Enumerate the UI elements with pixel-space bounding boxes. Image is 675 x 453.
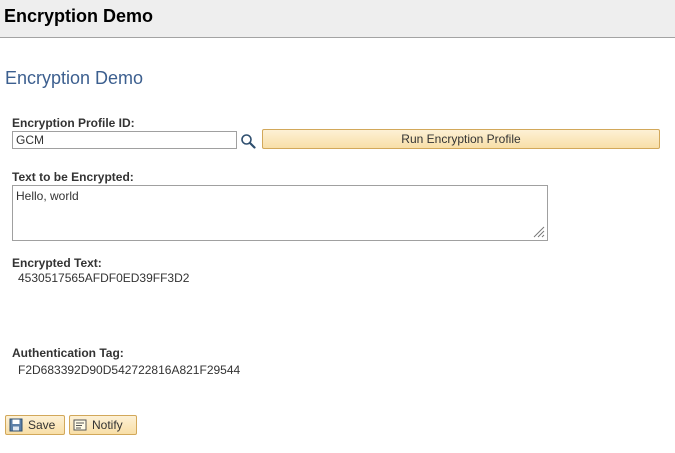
- title-bar: Encryption Demo: [0, 0, 675, 38]
- resize-grip-icon[interactable]: [531, 224, 545, 238]
- save-label: Save: [28, 418, 56, 432]
- floppy-disk-icon: [9, 418, 23, 432]
- text-to-encrypt-label: Text to be Encrypted:: [12, 170, 134, 184]
- authentication-tag-label: Authentication Tag:: [12, 346, 124, 360]
- encrypted-text-value: 4530517565AFDF0ED39FF3D2: [18, 271, 190, 285]
- encrypted-text-label: Encrypted Text:: [12, 256, 102, 270]
- notify-icon: [73, 418, 87, 432]
- magnifier-icon[interactable]: [240, 133, 256, 149]
- profile-id-input[interactable]: [12, 131, 237, 149]
- run-encryption-profile-button[interactable]: Run Encryption Profile: [262, 129, 660, 149]
- text-to-encrypt-field[interactable]: Hello, world: [12, 185, 548, 241]
- page-title: Encryption Demo: [5, 68, 144, 88]
- notify-button[interactable]: Notify: [69, 415, 137, 435]
- notify-label: Notify: [92, 418, 123, 432]
- profile-id-label: Encryption Profile ID:: [12, 116, 135, 130]
- authentication-tag-value: F2D683392D90D542722816A821F29544: [18, 363, 241, 377]
- window-title: Encryption Demo: [4, 6, 154, 26]
- save-button[interactable]: Save: [5, 415, 65, 435]
